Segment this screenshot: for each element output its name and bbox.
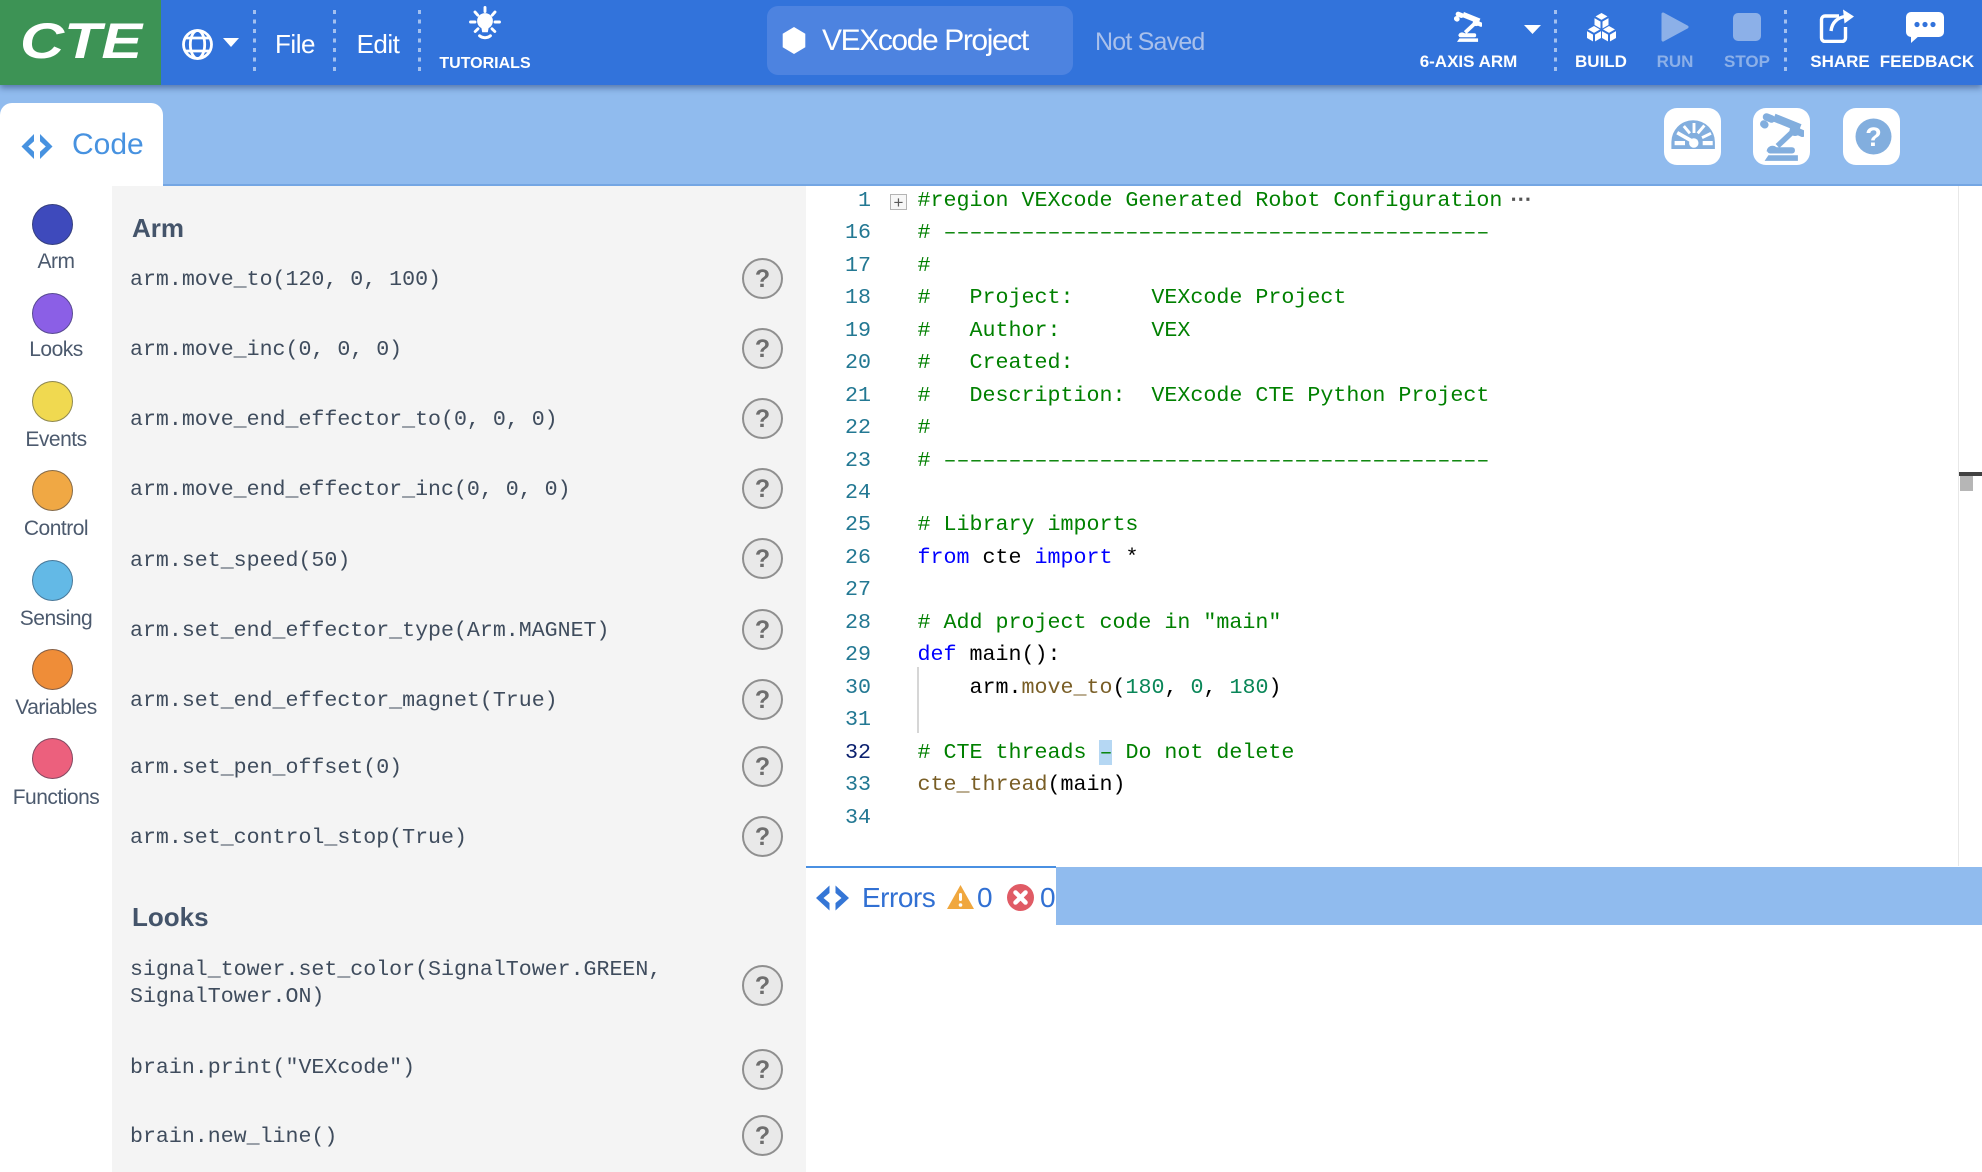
svg-text:?: ? xyxy=(1865,122,1882,152)
